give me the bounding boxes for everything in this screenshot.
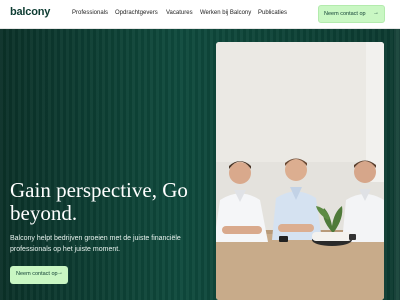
arrow-right-icon: → bbox=[373, 10, 379, 16]
hero-subtext-line1: Balcony helpt bedrijven groeien met de j… bbox=[10, 235, 181, 242]
hero-contact-button[interactable]: Neem contact op → bbox=[10, 266, 68, 284]
hero-subtext: Balcony helpt bedrijven groeien met de j… bbox=[10, 233, 210, 255]
hero-headline: Gain perspective, Go beyond. bbox=[10, 179, 210, 225]
hero-subtext-line2: professionals op het juiste moment. bbox=[10, 246, 121, 253]
hero-contact-label: Neem contact op bbox=[16, 271, 58, 277]
nav-professionals[interactable]: Professionals bbox=[72, 10, 108, 16]
header-contact-button[interactable]: Neem contact op → bbox=[318, 5, 385, 23]
balcony-logo[interactable]: balcony bbox=[10, 6, 50, 18]
nav-vacatures[interactable]: Vacatures bbox=[166, 10, 193, 16]
nav-werken-bij-balcony[interactable]: Werken bij Balcony bbox=[200, 10, 251, 16]
nav-opdrachtgevers[interactable]: Opdrachtgevers bbox=[115, 10, 158, 16]
team-photo bbox=[216, 42, 384, 300]
hero-headline-line1: Gain perspective, Go bbox=[10, 178, 188, 202]
arrow-right-icon: → bbox=[57, 270, 63, 276]
hero-headline-line2: beyond. bbox=[10, 201, 78, 225]
header-contact-label: Neem contact op bbox=[324, 11, 366, 17]
nav-publicaties[interactable]: Publicaties bbox=[258, 10, 287, 16]
site-header: balcony Professionals Opdrachtgevers Vac… bbox=[0, 0, 400, 29]
page-scrollbar[interactable] bbox=[394, 29, 400, 300]
